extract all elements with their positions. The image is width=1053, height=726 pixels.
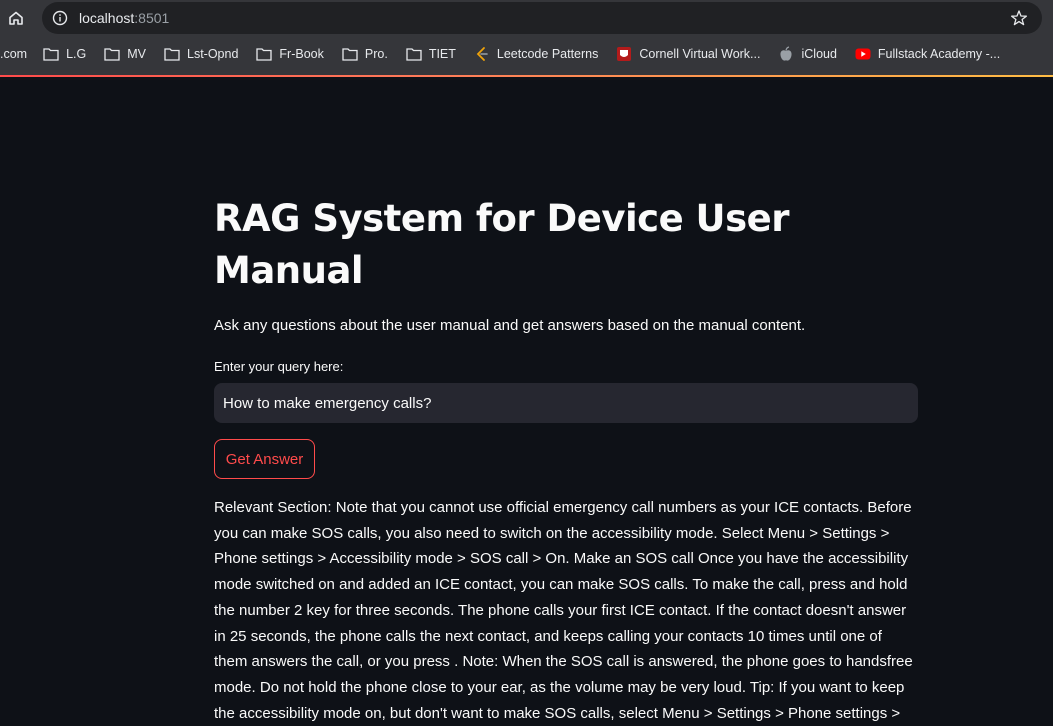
bookmark-label: Pro.	[364, 47, 388, 61]
bookmark-label: Lst-Opnd	[187, 47, 239, 61]
bookmark-label: iCloud	[801, 47, 837, 61]
bookmark-label: Fullstack Academy -...	[877, 47, 1001, 61]
home-icon[interactable]	[4, 6, 28, 30]
info-icon[interactable]	[52, 10, 68, 26]
folder-icon	[406, 46, 422, 62]
bookmark-star-icon[interactable]	[1010, 9, 1028, 27]
bookmark-label: L.G	[66, 47, 87, 61]
answer-text: Relevant Section: Note that you cannot u…	[214, 499, 913, 722]
bookmark-item[interactable]: Leetcode Patterns	[474, 43, 598, 65]
bookmark-item[interactable]: Cornell Virtual Work...	[616, 43, 760, 65]
apple-icon	[778, 46, 794, 62]
bookmark-item[interactable]: Fullstack Academy -...	[855, 43, 1000, 65]
folder-icon	[43, 46, 59, 62]
url-port: :8501	[134, 10, 170, 26]
bookmark-item[interactable]: .com	[0, 43, 27, 65]
folder-icon	[104, 46, 120, 62]
bookmarks-bar: .com L.G MV Lst-Opnd Fr-Book Pro. TIET L…	[0, 40, 1053, 68]
address-bar[interactable]: localhost:8501	[42, 2, 1042, 34]
bookmark-label: Cornell Virtual Work...	[639, 47, 761, 61]
bookmark-item[interactable]: iCloud	[778, 43, 837, 65]
url-host: localhost	[79, 10, 135, 26]
streamlit-app: RAG System for Device User Manual Ask an…	[0, 77, 1053, 722]
bookmark-folder[interactable]: TIET	[406, 43, 456, 65]
bookmark-label: Fr-Book	[279, 47, 324, 61]
bookmark-folder[interactable]: Lst-Opnd	[164, 43, 238, 65]
bookmark-folder[interactable]: Pro.	[342, 43, 388, 65]
bookmark-folder[interactable]: L.G	[43, 43, 86, 65]
query-input[interactable]	[214, 383, 918, 423]
query-label: Enter your query here:	[214, 359, 344, 374]
bookmark-label: Leetcode Patterns	[496, 47, 599, 61]
cornell-icon	[616, 46, 632, 62]
folder-icon	[342, 46, 358, 62]
browser-toolbar: localhost:8501	[0, 0, 1053, 36]
bookmark-folder[interactable]: Fr-Book	[256, 43, 324, 65]
bookmark-label: MV	[127, 47, 146, 61]
bookmark-folder[interactable]: MV	[104, 43, 146, 65]
bookmark-label: TIET	[428, 47, 456, 61]
folder-icon	[164, 46, 180, 62]
leetcode-icon	[474, 46, 490, 62]
browser-chrome: localhost:8501 .com L.G MV Lst-Opnd Fr-B…	[0, 0, 1053, 76]
youtube-icon	[855, 46, 871, 62]
get-answer-button[interactable]: Get Answer	[214, 439, 315, 479]
folder-icon	[256, 46, 273, 62]
page-subtitle: Ask any questions about the user manual …	[214, 317, 806, 334]
page-title: RAG System for Device User Manual	[214, 197, 789, 292]
bookmark-label: .com	[0, 47, 28, 61]
url-text: localhost:8501	[79, 10, 169, 26]
